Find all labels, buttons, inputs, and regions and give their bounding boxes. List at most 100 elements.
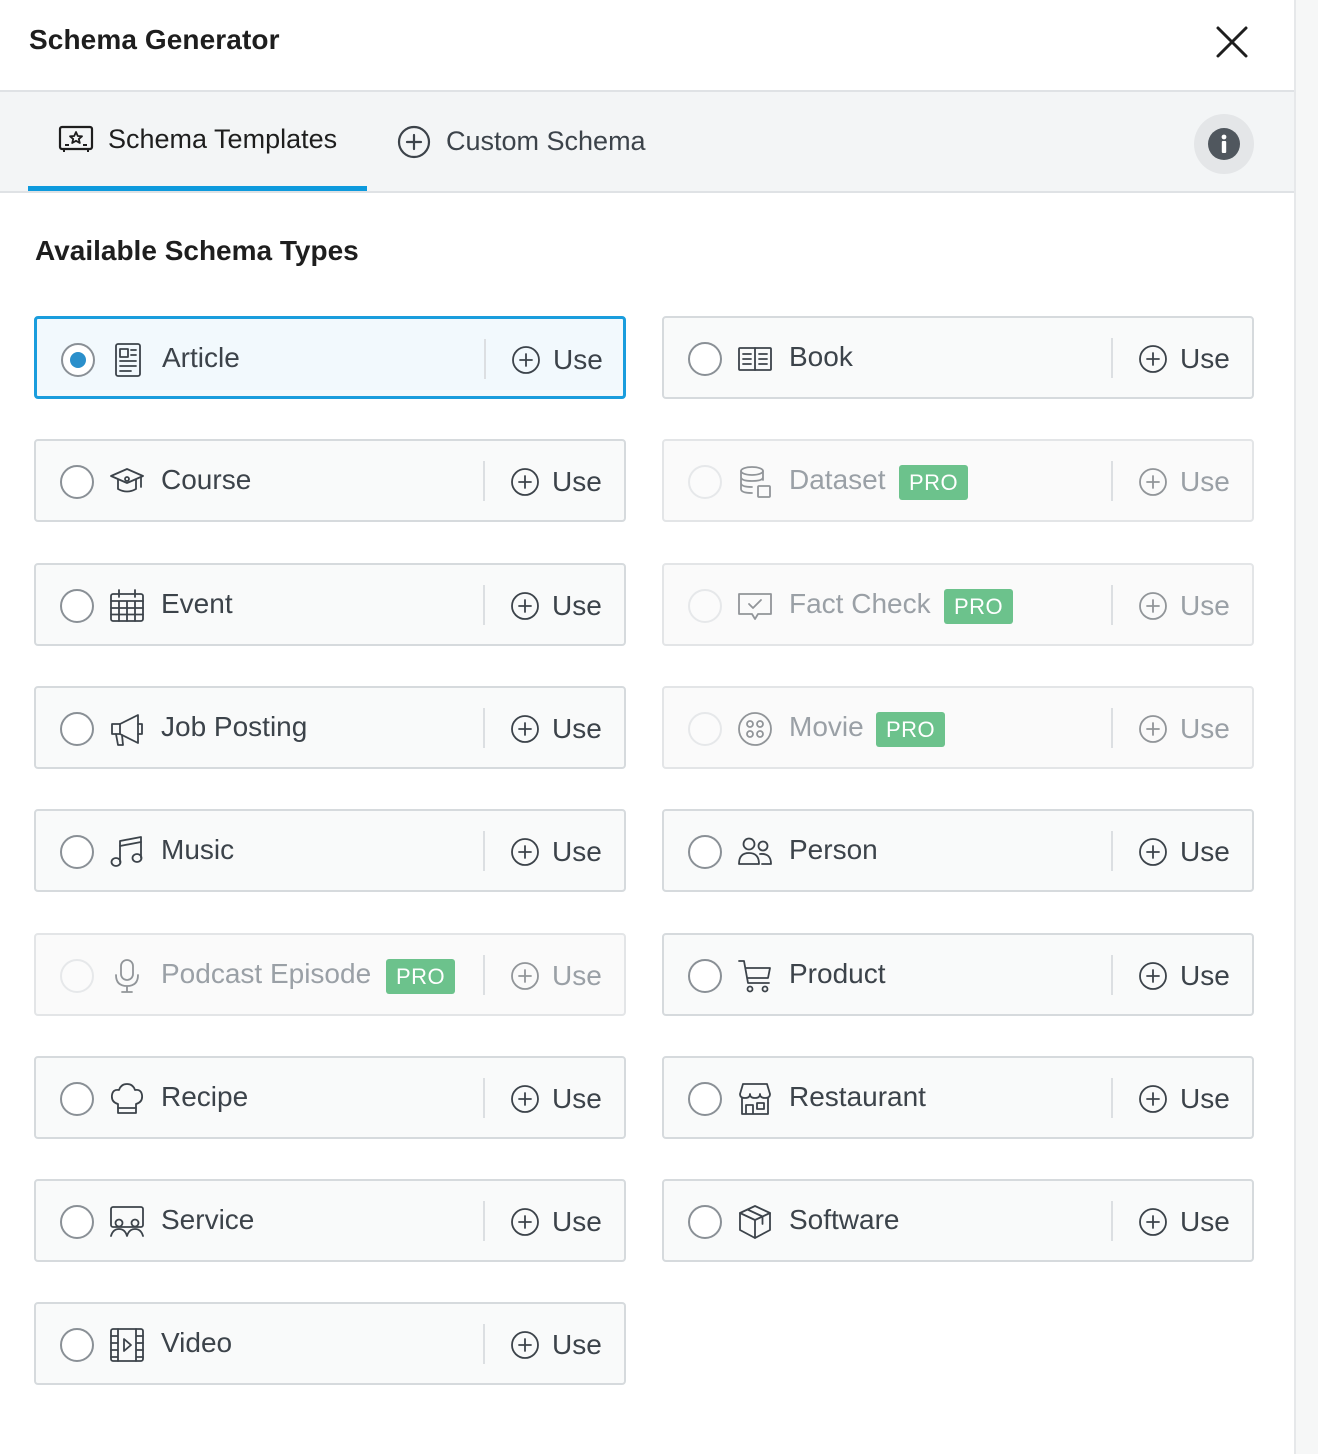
schema-type-name: Service xyxy=(161,1204,255,1235)
schema-type-card-recipe[interactable]: Recipe Use xyxy=(34,1056,626,1139)
use-button-label: Use xyxy=(552,590,602,621)
modal-title: Schema Generator xyxy=(29,24,280,55)
schema-type-radio[interactable] xyxy=(60,959,94,993)
video-icon xyxy=(108,1326,146,1364)
info-button[interactable] xyxy=(1194,114,1254,174)
plus-circle-icon xyxy=(1138,344,1168,374)
plus-circle-icon xyxy=(1138,714,1168,744)
use-button[interactable]: Use xyxy=(510,833,602,871)
use-button[interactable]: Use xyxy=(1138,833,1230,871)
use-button[interactable]: Use xyxy=(510,710,602,748)
schema-type-name: Job Posting xyxy=(161,711,308,742)
tab-schema-templates[interactable]: Schema Templates xyxy=(28,92,367,191)
card-divider xyxy=(1111,1078,1113,1118)
schema-type-radio[interactable] xyxy=(60,712,94,746)
schema-type-card-video[interactable]: Video Use xyxy=(34,1302,626,1385)
schema-type-radio[interactable] xyxy=(688,589,722,623)
use-button[interactable]: Use xyxy=(1138,340,1230,378)
schema-type-card-product[interactable]: Product Use xyxy=(662,933,1254,1016)
schema-type-card-podcast-episode[interactable]: Podcast Episode Use PRO xyxy=(34,933,626,1016)
schema-type-card-service[interactable]: Service Use xyxy=(34,1179,626,1262)
use-button[interactable]: Use xyxy=(1138,710,1230,748)
schema-type-card-music[interactable]: Music Use xyxy=(34,809,626,892)
storefront-icon xyxy=(736,1080,774,1118)
schema-type-name: Movie xyxy=(789,711,864,742)
schema-type-name: Book xyxy=(789,341,853,372)
schema-type-name: Video xyxy=(161,1327,233,1358)
tab-custom-schema-label: Custom Schema xyxy=(446,126,646,156)
use-button[interactable]: Use xyxy=(1138,587,1230,625)
use-button[interactable]: Use xyxy=(510,1326,602,1364)
use-button[interactable]: Use xyxy=(510,587,602,625)
card-divider xyxy=(483,708,485,748)
schema-type-name: Restaurant xyxy=(789,1081,926,1112)
schema-type-name: Dataset xyxy=(789,464,886,495)
use-button[interactable]: Use xyxy=(1138,463,1230,501)
schema-type-card-person[interactable]: Person Use xyxy=(662,809,1254,892)
use-button-label: Use xyxy=(1180,1206,1230,1237)
schema-type-name: Person xyxy=(789,834,878,865)
card-divider xyxy=(1111,461,1113,501)
schema-type-radio[interactable] xyxy=(60,1082,94,1116)
use-button[interactable]: Use xyxy=(511,341,603,379)
use-button-label: Use xyxy=(1180,1083,1230,1114)
schema-type-card-restaurant[interactable]: Restaurant Use xyxy=(662,1056,1254,1139)
schema-type-card-event[interactable]: Event Use xyxy=(34,563,626,646)
use-button[interactable]: Use xyxy=(1138,957,1230,995)
use-button[interactable]: Use xyxy=(1138,1080,1230,1118)
schema-type-name: Article xyxy=(162,342,240,373)
schema-type-radio[interactable] xyxy=(60,1205,94,1239)
use-button-label: Use xyxy=(1180,590,1230,621)
modal-header: Schema Generator xyxy=(0,0,1294,92)
schema-type-radio[interactable] xyxy=(688,465,722,499)
schema-generator-panel: Schema Generator Schema Templates Custom… xyxy=(0,0,1294,1454)
schema-type-card-job-posting[interactable]: Job Posting Use xyxy=(34,686,626,769)
use-button[interactable]: Use xyxy=(510,1203,602,1241)
schema-type-card-course[interactable]: Course Use xyxy=(34,439,626,522)
schema-type-name: Software xyxy=(789,1204,900,1235)
schema-type-radio[interactable] xyxy=(60,589,94,623)
tab-bar: Schema Templates Custom Schema xyxy=(0,92,1294,193)
close-button[interactable] xyxy=(1208,18,1256,66)
card-divider xyxy=(1111,338,1113,378)
use-button[interactable]: Use xyxy=(510,463,602,501)
schema-type-radio[interactable] xyxy=(688,835,722,869)
plus-circle-icon xyxy=(510,591,540,621)
use-button-label: Use xyxy=(1180,466,1230,497)
plus-circle-icon xyxy=(1138,591,1168,621)
schema-type-radio[interactable] xyxy=(60,465,94,499)
schema-type-radio[interactable] xyxy=(688,1082,722,1116)
package-box-icon xyxy=(736,1203,774,1241)
schema-type-radio[interactable] xyxy=(688,712,722,746)
card-divider xyxy=(1111,708,1113,748)
close-icon xyxy=(1215,25,1249,59)
schema-type-radio[interactable] xyxy=(60,1328,94,1362)
schema-type-name: Podcast Episode xyxy=(161,958,372,989)
schema-type-card-fact-check[interactable]: Fact Check Use PRO xyxy=(662,563,1254,646)
plus-circle-icon xyxy=(510,1084,540,1114)
use-button[interactable]: Use xyxy=(510,1080,602,1118)
use-button[interactable]: Use xyxy=(1138,1203,1230,1241)
schema-type-card-article[interactable]: Article Use xyxy=(34,316,626,399)
plus-circle-icon xyxy=(510,1207,540,1237)
music-note-icon xyxy=(108,833,146,871)
card-divider xyxy=(1111,831,1113,871)
use-button-label: Use xyxy=(1180,343,1230,374)
schema-type-card-movie[interactable]: Movie Use PRO xyxy=(662,686,1254,769)
card-divider xyxy=(483,955,485,995)
schema-type-card-software[interactable]: Software Use xyxy=(662,1179,1254,1262)
use-button[interactable]: Use xyxy=(510,957,602,995)
schema-type-radio[interactable] xyxy=(688,1205,722,1239)
card-divider xyxy=(483,585,485,625)
schema-type-name: Product xyxy=(789,958,886,989)
tab-custom-schema[interactable]: Custom Schema xyxy=(396,92,696,191)
schema-type-radio[interactable] xyxy=(60,835,94,869)
schema-type-card-book[interactable]: Book Use xyxy=(662,316,1254,399)
schema-type-card-dataset[interactable]: Dataset Use PRO xyxy=(662,439,1254,522)
schema-type-radio[interactable] xyxy=(688,959,722,993)
schema-type-radio[interactable] xyxy=(61,343,95,377)
card-divider xyxy=(483,461,485,501)
plus-circle-icon xyxy=(396,124,432,160)
pro-badge: PRO xyxy=(386,959,456,994)
schema-type-radio[interactable] xyxy=(688,342,722,376)
